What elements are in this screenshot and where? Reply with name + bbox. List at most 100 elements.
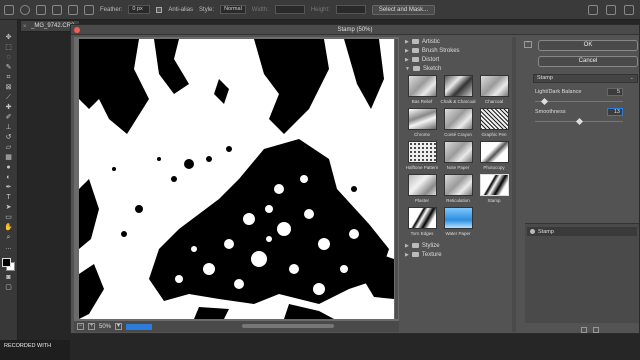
brush-tool-icon[interactable]: ✐ <box>4 114 14 122</box>
blur-icon[interactable]: ● <box>4 164 14 172</box>
type-tool-icon[interactable]: T <box>4 194 14 202</box>
horizontal-scrollbar[interactable] <box>242 324 334 328</box>
filter-item[interactable]: Plaster <box>405 174 439 206</box>
filter-thumbnail[interactable] <box>407 141 437 163</box>
width-input[interactable] <box>274 5 305 14</box>
filter-thumbnail[interactable] <box>407 207 437 229</box>
category-brush-strokes[interactable]: ▶ Brush Strokes <box>401 46 511 55</box>
lasso-icon[interactable]: ◌ <box>4 54 14 62</box>
workspace-icon[interactable] <box>606 5 616 15</box>
gradient-icon[interactable]: ▦ <box>4 154 14 162</box>
filter-item[interactable]: Charcoal <box>477 75 511 107</box>
filter-label: Chrome <box>413 132 430 137</box>
add-selection-icon[interactable] <box>52 4 62 15</box>
filter-thumbnail[interactable] <box>479 75 509 97</box>
filter-thumbnail[interactable] <box>443 207 473 229</box>
filter-thumbnail[interactable] <box>479 108 509 130</box>
category-distort[interactable]: ▶ Distort <box>401 55 511 64</box>
screen-mode-icon[interactable]: ▢ <box>4 284 14 292</box>
zoom-dropdown-icon[interactable]: ▾ <box>115 323 123 330</box>
pen-tool-icon[interactable]: ✒ <box>4 184 14 192</box>
filter-item[interactable]: Photocopy <box>477 141 511 173</box>
filter-thumbnail[interactable] <box>443 108 473 130</box>
new-selection-icon[interactable] <box>36 4 46 15</box>
close-icon[interactable]: × <box>23 22 27 32</box>
preview-scrollbar[interactable] <box>395 39 398 319</box>
zoom-indicator <box>126 323 153 330</box>
filter-item[interactable]: Reticulation <box>441 174 475 206</box>
delete-effect-layer-icon[interactable] <box>593 327 599 333</box>
filter-item[interactable]: Torn Edges <box>405 207 439 239</box>
filter-item[interactable]: Halftone Pattern <box>405 141 439 173</box>
filter-thumbnail[interactable] <box>479 174 509 196</box>
move-tool-icon[interactable]: ✥ <box>4 34 14 42</box>
share-icon[interactable] <box>624 5 634 15</box>
filter-list-scrollbar[interactable] <box>512 37 516 332</box>
filter-item[interactable]: Stamp <box>477 174 511 206</box>
more-tools-icon[interactable]: … <box>4 244 14 252</box>
filter-item[interactable]: Chalk & Charcoal <box>441 75 476 107</box>
style-select[interactable]: Normal <box>220 5 246 14</box>
antialias-checkbox[interactable] <box>156 6 163 13</box>
search-icon[interactable] <box>588 5 598 15</box>
filter-select[interactable]: Stamp ⌄ <box>533 74 638 83</box>
clone-stamp-icon[interactable]: ⊥ <box>4 124 14 132</box>
ok-button[interactable]: OK <box>538 40 638 51</box>
smoothness-input[interactable]: 13 <box>607 108 623 116</box>
category-sketch[interactable]: ▼ Sketch <box>401 64 511 73</box>
history-brush-icon[interactable]: ↺ <box>4 134 14 142</box>
filter-thumbnail[interactable] <box>443 174 473 196</box>
filter-thumbnail[interactable] <box>479 141 509 163</box>
light-dark-balance-knob[interactable] <box>540 97 548 106</box>
quick-mask-icon[interactable]: ◙ <box>4 274 14 282</box>
healing-brush-icon[interactable]: ✚ <box>4 104 14 112</box>
foreground-color[interactable] <box>1 258 11 267</box>
filter-item[interactable]: Water Paper <box>441 207 475 239</box>
smoothness-knob[interactable] <box>575 117 584 126</box>
collapse-gallery-icon[interactable]: ⌃ <box>524 41 532 48</box>
color-swatches[interactable] <box>1 258 16 272</box>
marquee-tool-icon[interactable]: ⬚ <box>4 44 14 52</box>
zoom-level[interactable]: 50% <box>99 324 111 330</box>
hand-tool-icon[interactable]: ✋ <box>4 224 14 232</box>
zoom-in-button[interactable]: + <box>88 323 95 330</box>
crop-tool-icon[interactable]: ⌗ <box>4 74 14 82</box>
zoom-out-button[interactable]: − <box>77 323 84 330</box>
filter-item[interactable]: Graphic Pen <box>477 108 511 140</box>
cancel-button[interactable]: Cancel <box>538 56 638 67</box>
filter-item[interactable]: Chrome <box>405 108 439 140</box>
height-input[interactable] <box>335 5 366 14</box>
close-button[interactable] <box>74 27 80 33</box>
filter-item[interactable]: Bas Relief <box>405 75 439 107</box>
eyedropper-icon[interactable]: ⟋ <box>4 94 14 102</box>
category-artistic[interactable]: ▶ Artistic <box>401 37 511 46</box>
select-and-mask-button[interactable]: Select and Mask... <box>371 4 436 15</box>
eraser-icon[interactable]: ▱ <box>4 144 14 152</box>
zoom-tool-icon[interactable]: ⌕ <box>4 234 14 242</box>
filter-thumbnail[interactable] <box>407 174 437 196</box>
filter-item[interactable]: Note Paper <box>441 141 475 173</box>
category-stylize[interactable]: ▶ Stylize <box>401 241 511 250</box>
eye-icon[interactable] <box>530 229 535 234</box>
light-dark-balance-input[interactable]: 5 <box>607 88 623 96</box>
effect-layer-row[interactable]: Stamp <box>527 227 637 236</box>
filter-list: ▶ Artistic ▶ Brush Strokes ▶ Distort ▼ Sketc… <box>401 37 511 332</box>
rectangle-tool-icon[interactable]: ▭ <box>4 214 14 222</box>
path-select-icon[interactable]: ➤ <box>4 204 14 212</box>
lasso-tool-icon[interactable] <box>20 4 30 15</box>
filter-thumbnail[interactable] <box>443 75 473 97</box>
filter-thumbnail[interactable] <box>407 75 437 97</box>
filter-item[interactable]: Conté Crayon <box>441 108 475 140</box>
quick-select-icon[interactable]: ✎ <box>4 64 14 72</box>
subtract-selection-icon[interactable] <box>68 4 78 15</box>
dodge-icon[interactable]: ◐ <box>4 174 14 182</box>
preview-image[interactable] <box>79 39 394 319</box>
category-texture[interactable]: ▶ Texture <box>401 250 511 259</box>
filter-thumbnail[interactable] <box>407 108 437 130</box>
filter-thumbnail[interactable] <box>443 141 473 163</box>
feather-input[interactable]: 0 px <box>128 5 151 14</box>
frame-tool-icon[interactable]: ⊠ <box>4 84 14 92</box>
intersect-selection-icon[interactable] <box>84 4 94 15</box>
new-effect-layer-icon[interactable] <box>581 327 587 333</box>
home-icon[interactable] <box>4 4 14 15</box>
